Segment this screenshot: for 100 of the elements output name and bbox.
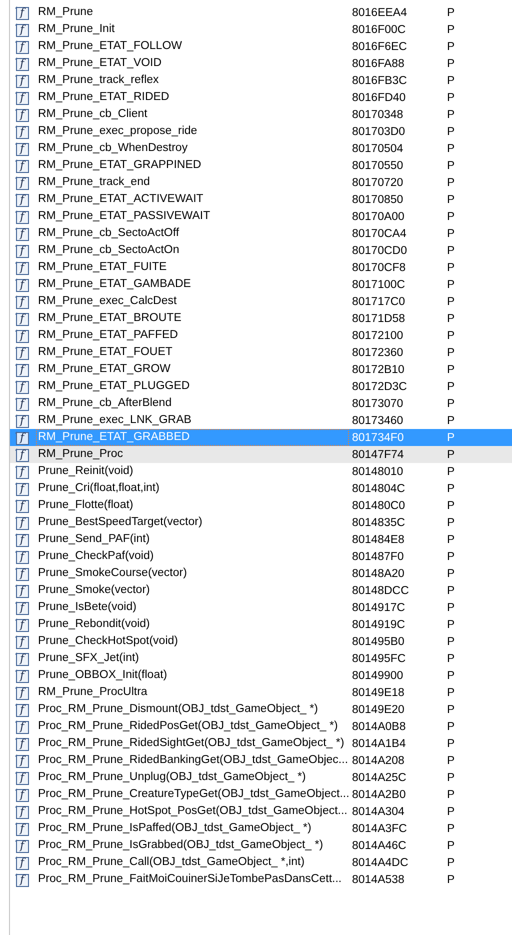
- function-row[interactable]: f RM_Prune_ETAT_FOUET 80172360 P: [10, 344, 512, 361]
- address-label: 8014A2B0: [351, 788, 407, 800]
- function-row[interactable]: f Proc_RM_Prune_IsGrabbed(OBJ_tdst_GameObject_ *) 8014A46C P: [10, 837, 512, 854]
- function-row[interactable]: f RM_Prune_ETAT_FUITE 80170CF8 P: [10, 259, 512, 276]
- function-row[interactable]: f RM_Prune_cb_AfterBlend 80173070 P: [10, 395, 512, 412]
- function-name: Proc_RM_Prune_CreatureTypeGet(OBJ_tdst_GameObject...: [37, 787, 349, 802]
- segment-label: P: [447, 482, 455, 494]
- function-icon: f: [15, 74, 29, 88]
- function-row[interactable]: f Prune_BestSpeedTarget(vector) 8014835C P: [10, 514, 512, 531]
- function-icon: f: [15, 634, 29, 648]
- segment-label: P: [447, 58, 455, 70]
- function-row[interactable]: f Prune_OBBOX_Init(float) 80149900 P: [10, 667, 512, 684]
- address-label: 8016F6EC: [351, 40, 408, 52]
- function-row[interactable]: f Proc_RM_Prune_FaitMoiCouinerSiJeTombePasDansCett... 8014A538 P: [10, 871, 512, 888]
- function-name: RM_Prune_exec_CalcDest: [37, 294, 178, 309]
- segment-label: P: [447, 652, 455, 664]
- function-row[interactable]: f Proc_RM_Prune_HotSpot_PosGet(OBJ_tdst_GameObject... 8014A304 P: [10, 803, 512, 820]
- function-row[interactable]: f RM_Prune_exec_LNK_GRAB 80173460 P: [10, 412, 512, 429]
- function-icon: f: [15, 448, 29, 462]
- function-row[interactable]: f RM_Prune_exec_propose_ride 801703D0 P: [10, 123, 512, 140]
- function-name: RM_Prune_track_end: [37, 175, 151, 190]
- function-row[interactable]: f RM_Prune_cb_WhenDestroy 80170504 P: [10, 140, 512, 157]
- function-name: Prune_CheckHotSpot(void): [37, 634, 179, 649]
- function-icon: f: [15, 788, 29, 802]
- address-label: 8016FD40: [351, 92, 407, 104]
- function-icon: f: [15, 872, 29, 886]
- address-label: 8014A25C: [351, 772, 408, 784]
- segment-label: P: [447, 330, 455, 342]
- function-row[interactable]: f Prune_Send_PAF(int) 801484E8 P: [10, 531, 512, 548]
- function-row[interactable]: f RM_Prune_ETAT_GAMBADE 8017100C P: [10, 276, 512, 293]
- segment-label: P: [447, 738, 455, 750]
- function-row[interactable]: f RM_Prune_ETAT_GROW 80172B10 P: [10, 361, 512, 378]
- function-row[interactable]: f Prune_CheckPaf(void) 801487F0 P: [10, 548, 512, 565]
- function-row[interactable]: f RM_Prune_ETAT_FOLLOW 8016F6EC P: [10, 38, 512, 55]
- function-row[interactable]: f Proc_RM_Prune_RidedSightGet(OBJ_tdst_GameObject_ *) 8014A1B4 P: [10, 735, 512, 752]
- function-name: RM_Prune_Proc: [37, 447, 124, 462]
- function-row[interactable]: f Proc_RM_Prune_CreatureTypeGet(OBJ_tdst_GameObject... 8014A2B0 P: [10, 786, 512, 803]
- function-name: Prune_Send_PAF(int): [37, 532, 151, 547]
- address-label: 80149900: [351, 670, 404, 682]
- function-name: Proc_RM_Prune_RidedSightGet(OBJ_tdst_GameObject_ *): [37, 736, 346, 751]
- address-label: 80148010: [351, 466, 404, 478]
- function-row[interactable]: f Prune_Flotte(float) 801480C0 P: [10, 497, 512, 514]
- function-row[interactable]: f Prune_Cri(float,float,int) 8014804C P: [10, 480, 512, 497]
- function-row[interactable]: f RM_Prune_track_reflex 8016FB3C P: [10, 72, 512, 89]
- function-row[interactable]: f Prune_Reinit(void) 80148010 P: [10, 463, 512, 480]
- function-row[interactable]: f RM_Prune_Proc 80147F74 P: [10, 446, 512, 463]
- function-row[interactable]: f RM_Prune_ETAT_GRAPPINED 80170550 P: [10, 157, 512, 174]
- address-label: 8014A4DC: [351, 856, 410, 868]
- function-row[interactable]: f RM_Prune_cb_SectoActOn 80170CD0 P: [10, 242, 512, 259]
- function-name: RM_Prune_ETAT_GROW: [37, 362, 172, 377]
- function-icon: f: [15, 566, 29, 580]
- function-row[interactable]: f RM_Prune_ETAT_PAFFED 80172100 P: [10, 327, 512, 344]
- segment-label: P: [447, 720, 455, 732]
- function-name: Prune_Rebondit(void): [37, 617, 151, 632]
- function-row[interactable]: f RM_Prune_ETAT_PLUGGED 80172D3C P: [10, 378, 512, 395]
- function-row[interactable]: f Prune_CheckHotSpot(void) 801495B0 P: [10, 633, 512, 650]
- address-label: 801484E8: [351, 534, 406, 546]
- function-row[interactable]: f Proc_RM_Prune_Dismount(OBJ_tdst_GameObject_ *) 80149E20 P: [10, 701, 512, 718]
- function-row[interactable]: f RM_Prune_ETAT_RIDED 8016FD40 P: [10, 89, 512, 106]
- function-row[interactable]: f RM_Prune_ETAT_GRABBED 801734F0 P: [10, 429, 512, 446]
- function-row[interactable]: f Prune_SmokeCourse(vector) 80148A20 P: [10, 565, 512, 582]
- function-row[interactable]: f RM_Prune_cb_Client 80170348 P: [10, 106, 512, 123]
- function-name: RM_Prune_exec_propose_ride: [37, 124, 198, 139]
- address-label: 80170720: [351, 176, 404, 188]
- segment-label: P: [447, 126, 455, 138]
- address-label: 8014A3FC: [351, 822, 408, 834]
- function-name: Prune_BestSpeedTarget(vector): [37, 515, 204, 530]
- function-row[interactable]: f RM_Prune_track_end 80170720 P: [10, 174, 512, 191]
- function-row[interactable]: f RM_Prune_ProcUltra 80149E18 P: [10, 684, 512, 701]
- function-row[interactable]: f RM_Prune_ETAT_BROUTE 80171D58 P: [10, 310, 512, 327]
- address-label: 80171D58: [351, 312, 406, 324]
- segment-label: P: [447, 704, 455, 716]
- function-name: RM_Prune_ETAT_PASSIVEWAIT: [37, 209, 212, 224]
- function-row[interactable]: f Prune_SFX_Jet(int) 801495FC P: [10, 650, 512, 667]
- function-row[interactable]: f Proc_RM_Prune_Unplug(OBJ_tdst_GameObject_ *) 8014A25C P: [10, 769, 512, 786]
- function-row[interactable]: f Proc_RM_Prune_RidedBankingGet(OBJ_tdst_GameObjec... 8014A208 P: [10, 752, 512, 769]
- function-row[interactable]: f RM_Prune_ETAT_PASSIVEWAIT 80170A00 P: [10, 208, 512, 225]
- function-row[interactable]: f RM_Prune_Init 8016F00C P: [10, 21, 512, 38]
- address-label: 80172100: [351, 330, 404, 342]
- function-row[interactable]: f Proc_RM_Prune_Call(OBJ_tdst_GameObject_ *,int) 8014A4DC P: [10, 854, 512, 871]
- function-row[interactable]: f RM_Prune_cb_SectoActOff 80170CA4 P: [10, 225, 512, 242]
- segment-label: P: [447, 296, 455, 308]
- segment-label: P: [447, 516, 455, 528]
- function-row[interactable]: f Proc_RM_Prune_IsPaffed(OBJ_tdst_GameObject_ *) 8014A3FC P: [10, 820, 512, 837]
- address-label: 80149E18: [351, 686, 406, 698]
- function-name: Prune_Reinit(void): [37, 464, 134, 479]
- address-label: 80170A00: [351, 210, 406, 222]
- function-row[interactable]: f RM_Prune 8016EEA4 P: [10, 4, 512, 21]
- function-row[interactable]: f RM_Prune_ETAT_ACTIVEWAIT 80170850 P: [10, 191, 512, 208]
- function-name: Proc_RM_Prune_RidedPosGet(OBJ_tdst_GameObject_ *): [37, 719, 339, 734]
- function-icon: f: [15, 600, 29, 614]
- function-row[interactable]: f RM_Prune_exec_CalcDest 801717C0 P: [10, 293, 512, 310]
- function-row[interactable]: f RM_Prune_ETAT_VOID 8016FA88 P: [10, 55, 512, 72]
- segment-label: P: [447, 448, 455, 460]
- segment-label: P: [447, 788, 455, 800]
- function-row[interactable]: f Prune_IsBete(void) 8014917C P: [10, 599, 512, 616]
- function-icon: f: [15, 22, 29, 36]
- function-row[interactable]: f Proc_RM_Prune_RidedPosGet(OBJ_tdst_GameObject_ *) 8014A0B8 P: [10, 718, 512, 735]
- function-row[interactable]: f Prune_Smoke(vector) 80148DCC P: [10, 582, 512, 599]
- function-row[interactable]: f Prune_Rebondit(void) 8014919C P: [10, 616, 512, 633]
